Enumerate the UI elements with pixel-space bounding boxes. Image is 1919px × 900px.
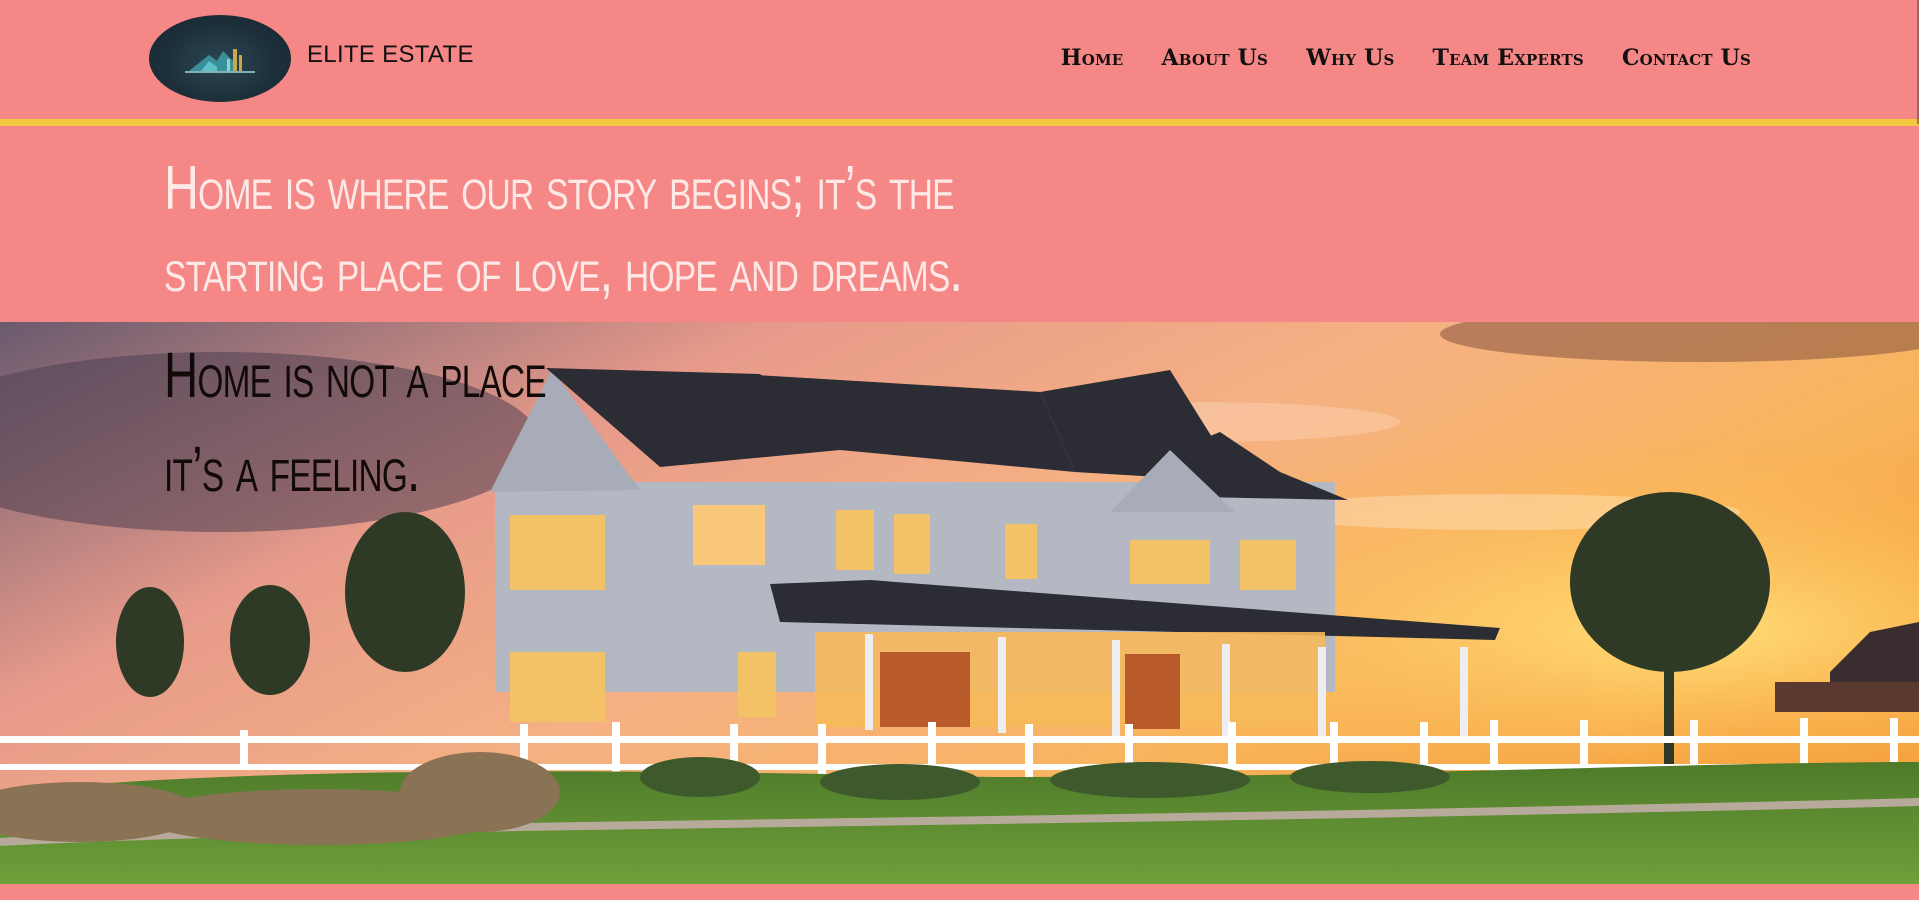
feature-quote-line-1: Home is not a place — [164, 339, 547, 411]
nav-home[interactable]: Home — [1061, 45, 1124, 71]
feature-quote-line-2: it’s a feeling. — [164, 433, 420, 505]
site-header: ELITE ESTATE Home About Us Why Us Team E… — [0, 0, 1919, 119]
nav-contact-us[interactable]: Contact Us — [1622, 45, 1751, 71]
feature-quote: Home is not a place it’s a feeling. — [164, 328, 547, 516]
nav-why-us[interactable]: Why Us — [1306, 45, 1394, 71]
main-nav: Home About Us Why Us Team Experts Contac… — [1061, 40, 1751, 76]
brand-name[interactable]: ELITE ESTATE — [307, 40, 474, 70]
hero-tagline: Home is where our story begins; it’s the… — [164, 148, 963, 312]
nav-about-us[interactable]: About Us — [1161, 45, 1268, 71]
brand-logo[interactable] — [149, 15, 291, 102]
hero-tagline-line-2: starting place of love, hope and dreams. — [164, 236, 963, 305]
house-logo-icon — [185, 49, 255, 73]
page-bottom-strip — [0, 884, 1919, 900]
hero-tagline-line-1: Home is where our story begins; it’s the — [164, 154, 955, 223]
nav-team-experts[interactable]: Team Experts — [1433, 45, 1584, 71]
header-divider — [0, 119, 1919, 126]
